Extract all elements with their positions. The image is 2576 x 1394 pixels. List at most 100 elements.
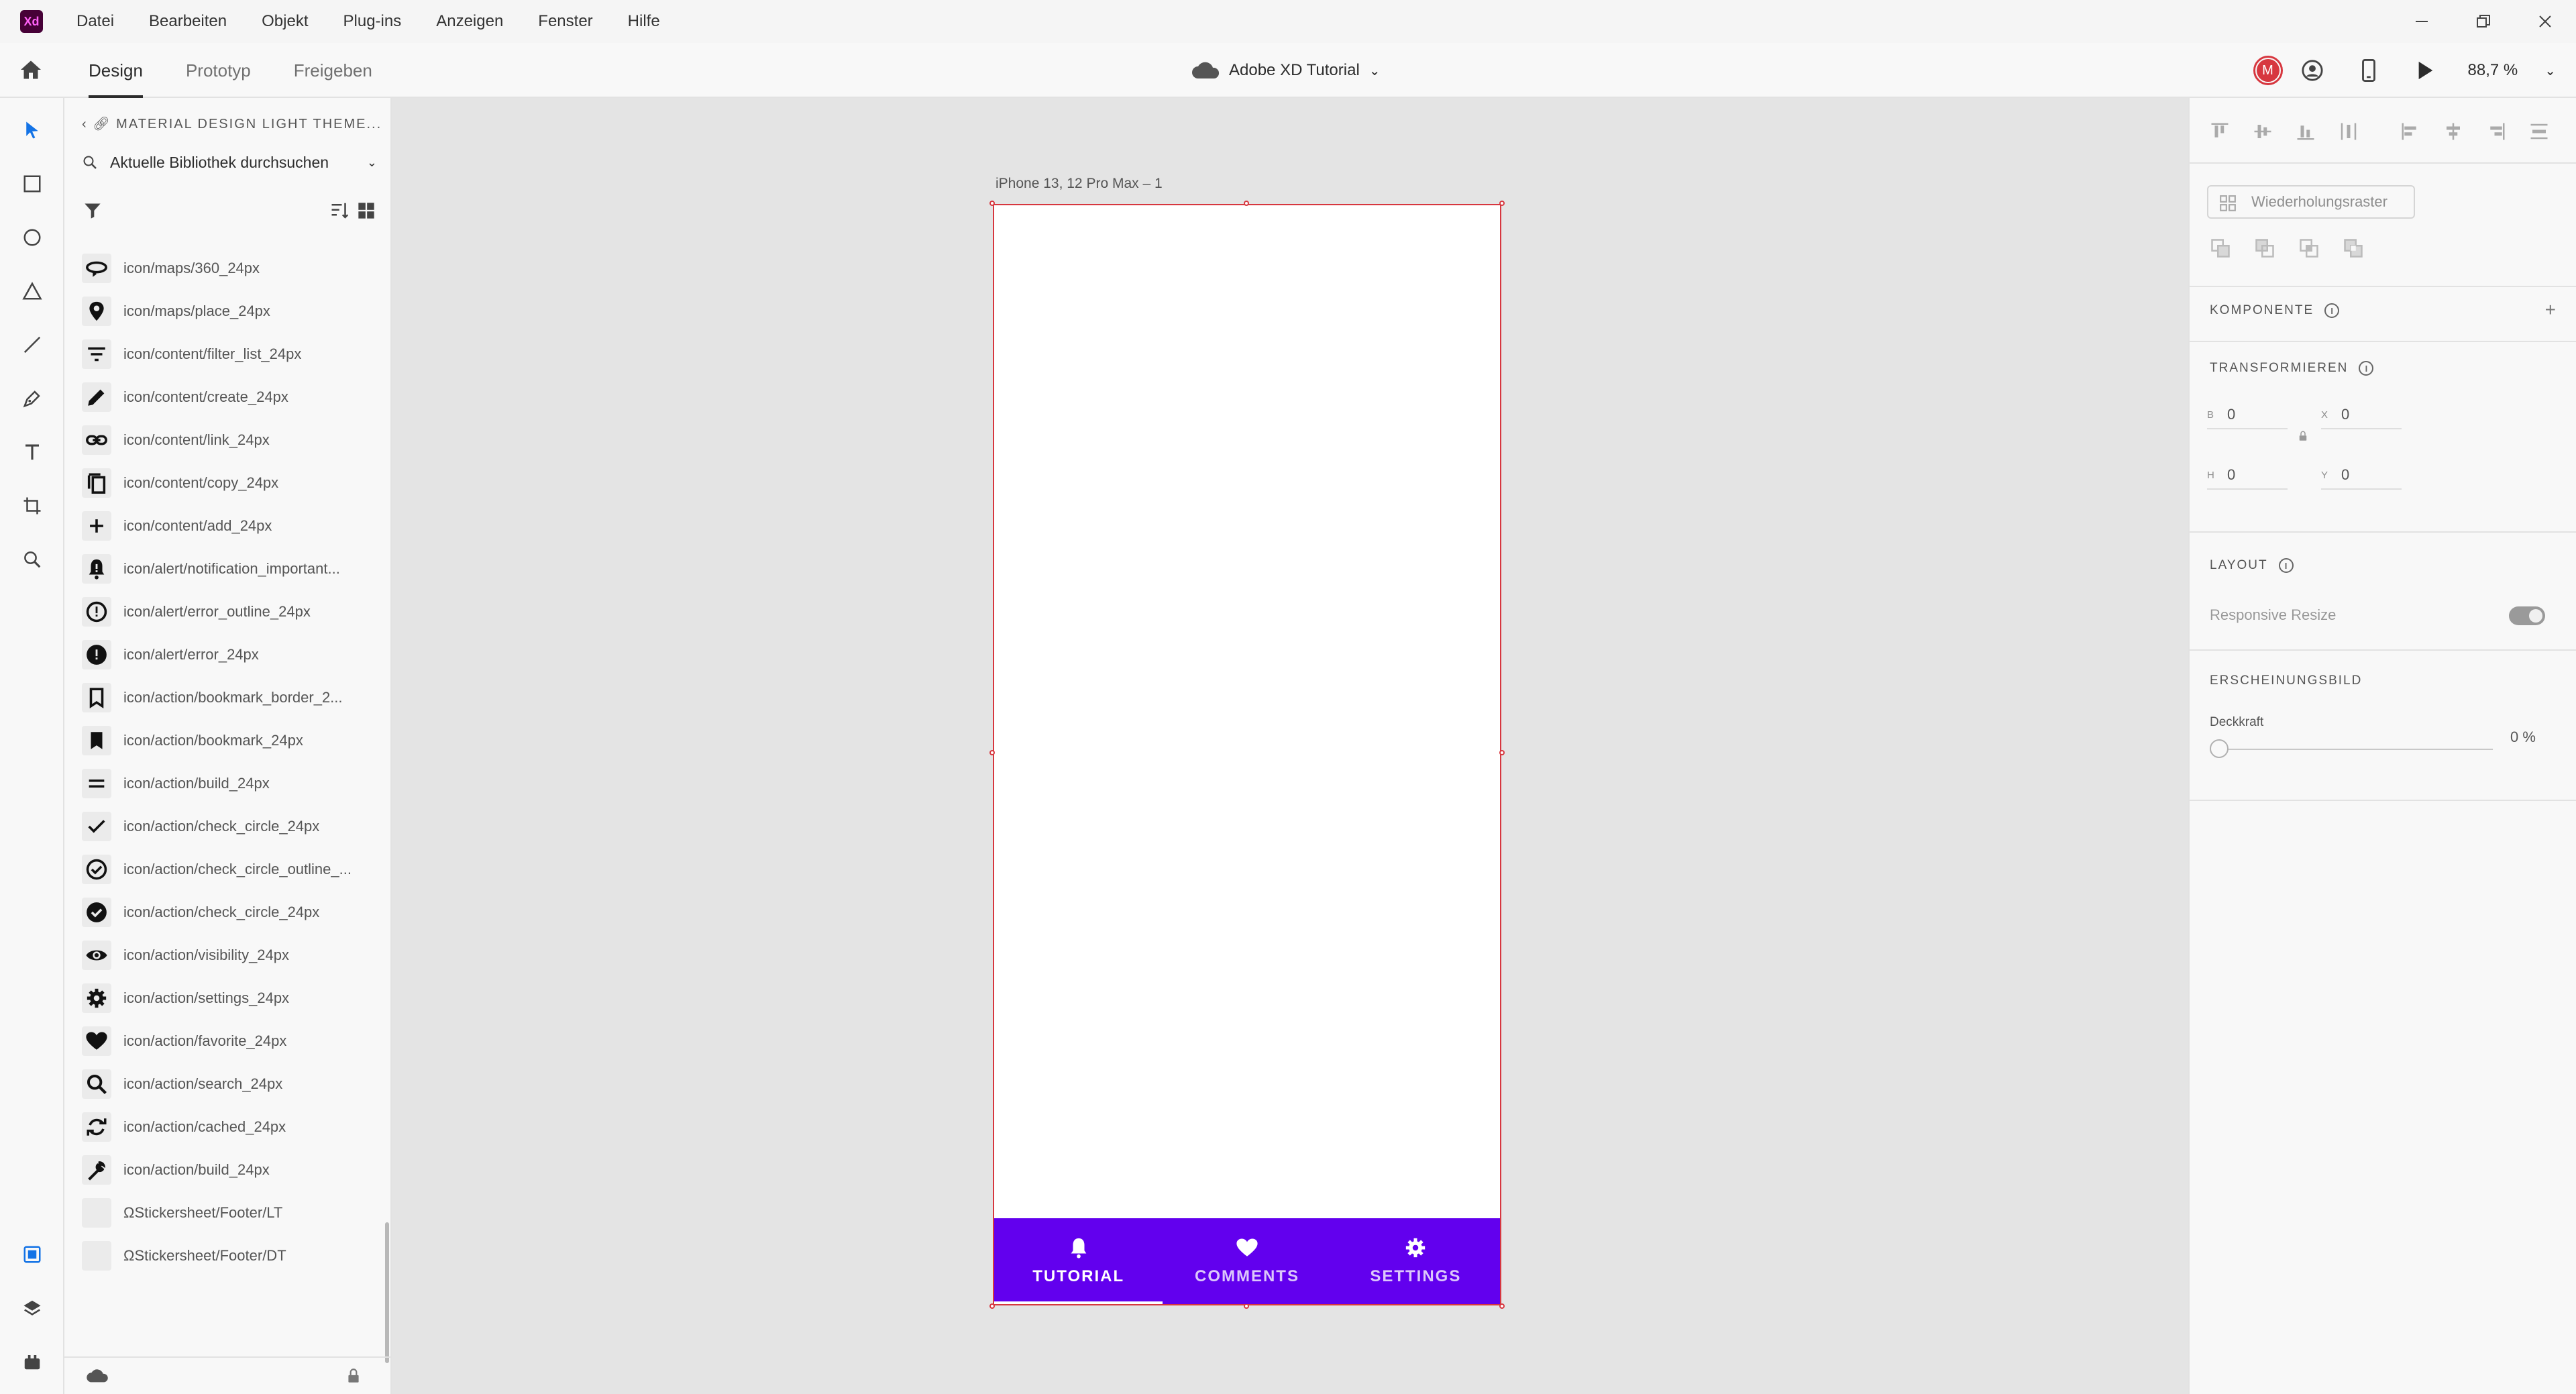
- list-item[interactable]: icon/action/favorite_24px: [82, 1020, 377, 1063]
- design-canvas[interactable]: iPhone 13, 12 Pro Max – 1 TUTORIAL COMME…: [393, 98, 2188, 1394]
- opacity-slider-knob[interactable]: [2210, 739, 2229, 758]
- list-item[interactable]: ΩStickersheet/Footer/DT: [82, 1234, 377, 1277]
- repeat-grid-button[interactable]: Wiederholungsraster: [2207, 185, 2415, 219]
- align-left-button[interactable]: [2398, 118, 2423, 145]
- menu-fenster[interactable]: Fenster: [538, 12, 592, 31]
- menu-bearbeiten[interactable]: Bearbeiten: [149, 12, 227, 31]
- list-item[interactable]: icon/action/bookmark_border_2...: [82, 676, 377, 719]
- document-title[interactable]: Adobe XD Tutorial ⌄: [1191, 43, 1381, 98]
- list-item[interactable]: icon/action/build_24px: [82, 762, 377, 805]
- list-item[interactable]: icon/content/create_24px: [82, 376, 377, 419]
- list-item[interactable]: icon/action/search_24px: [82, 1063, 377, 1106]
- info-icon[interactable]: i: [2324, 303, 2340, 318]
- back-chevron-icon[interactable]: ‹: [82, 117, 93, 131]
- resize-handle[interactable]: [1499, 750, 1505, 755]
- nav-item-comments[interactable]: COMMENTS: [1163, 1218, 1331, 1304]
- ellipse-tool[interactable]: [19, 224, 46, 251]
- zoom-level[interactable]: 88,7 %: [2468, 61, 2518, 80]
- list-item[interactable]: icon/maps/place_24px: [82, 290, 377, 333]
- boolean-add-button[interactable]: [2207, 235, 2234, 262]
- width-field[interactable]: B0: [2207, 401, 2288, 429]
- distribute-horizontal-button[interactable]: [2526, 118, 2552, 145]
- share-user-button[interactable]: [2299, 57, 2326, 84]
- y-field[interactable]: Y0: [2321, 462, 2402, 490]
- select-tool[interactable]: [19, 117, 46, 144]
- resize-handle[interactable]: [989, 1303, 995, 1309]
- list-item[interactable]: icon/content/copy_24px: [82, 462, 377, 504]
- resize-handle[interactable]: [1499, 1303, 1505, 1309]
- align-center-button[interactable]: [2440, 118, 2466, 145]
- avatar[interactable]: M: [2253, 56, 2283, 85]
- align-top-button[interactable]: [2207, 118, 2233, 145]
- plugins-panel-button[interactable]: [19, 1348, 46, 1375]
- close-button[interactable]: [2514, 0, 2576, 43]
- tab-freigeben[interactable]: Freigeben: [294, 43, 372, 98]
- assets-panel-button[interactable]: [19, 1241, 46, 1268]
- tab-design[interactable]: Design: [89, 43, 143, 98]
- text-tool[interactable]: [19, 439, 46, 466]
- resize-handle[interactable]: [989, 750, 995, 755]
- list-item[interactable]: icon/content/add_24px: [82, 504, 377, 547]
- info-icon[interactable]: i: [2359, 361, 2374, 376]
- tab-prototyp[interactable]: Prototyp: [186, 43, 251, 98]
- list-item[interactable]: ΩStickersheet/Footer/LT: [82, 1191, 377, 1234]
- list-item[interactable]: icon/alert/error_24px: [82, 633, 377, 676]
- menu-datei[interactable]: Datei: [76, 12, 114, 31]
- chevron-down-icon[interactable]: ⌄: [2544, 62, 2556, 79]
- artboard-tool[interactable]: [19, 492, 46, 519]
- chevron-down-icon[interactable]: ⌄: [367, 156, 377, 170]
- resize-handle[interactable]: [1244, 1303, 1249, 1309]
- pen-tool[interactable]: [19, 385, 46, 412]
- boolean-subtract-button[interactable]: [2251, 235, 2278, 262]
- library-title[interactable]: ‹ 🔗︎ MATERIAL DESIGN LIGHT THEME...: [82, 115, 382, 132]
- list-item[interactable]: icon/alert/notification_important...: [82, 547, 377, 590]
- restore-button[interactable]: [2453, 0, 2514, 43]
- cloud-icon[interactable]: [86, 1369, 109, 1383]
- layers-panel-button[interactable]: [19, 1295, 46, 1322]
- home-icon[interactable]: [19, 58, 43, 82]
- artboard[interactable]: TUTORIAL COMMENTS SETTINGS: [989, 201, 1505, 1309]
- sort-icon[interactable]: [330, 201, 350, 221]
- list-item[interactable]: icon/action/visibility_24px: [82, 934, 377, 977]
- menu-anzeigen[interactable]: Anzeigen: [436, 12, 503, 31]
- list-item[interactable]: icon/action/check_circle_outline_...: [82, 848, 377, 891]
- lock-icon[interactable]: [2297, 429, 2309, 443]
- menu-plugins[interactable]: Plug-ins: [343, 12, 402, 31]
- info-icon[interactable]: i: [2278, 558, 2294, 573]
- nav-item-settings[interactable]: SETTINGS: [1332, 1218, 1500, 1304]
- minimize-button[interactable]: [2391, 0, 2453, 43]
- resize-handle[interactable]: [989, 201, 995, 206]
- artboard-label[interactable]: iPhone 13, 12 Pro Max – 1: [996, 176, 1163, 192]
- list-item[interactable]: icon/action/check_circle_24px: [82, 805, 377, 848]
- resize-handle[interactable]: [1244, 201, 1249, 206]
- list-item[interactable]: icon/action/cached_24px: [82, 1106, 377, 1148]
- list-item[interactable]: icon/content/link_24px: [82, 419, 377, 462]
- list-item[interactable]: icon/action/bookmark_24px: [82, 719, 377, 762]
- list-item[interactable]: icon/alert/error_outline_24px: [82, 590, 377, 633]
- align-right-button[interactable]: [2483, 118, 2509, 145]
- menu-hilfe[interactable]: Hilfe: [628, 12, 660, 31]
- rectangle-tool[interactable]: [19, 170, 46, 197]
- device-preview-button[interactable]: [2355, 57, 2382, 84]
- grid-view-icon[interactable]: [357, 201, 376, 220]
- opacity-value[interactable]: 0 %: [2510, 729, 2536, 746]
- bottom-navigation-bar[interactable]: TUTORIAL COMMENTS SETTINGS: [994, 1218, 1500, 1304]
- distribute-vertical-button[interactable]: [2336, 118, 2361, 145]
- list-item[interactable]: icon/action/build_24px: [82, 1148, 377, 1191]
- line-tool[interactable]: [19, 331, 46, 358]
- zoom-tool[interactable]: [19, 546, 46, 573]
- boolean-exclude-button[interactable]: [2340, 235, 2367, 262]
- list-item[interactable]: icon/action/check_circle_24px: [82, 891, 377, 934]
- lock-icon[interactable]: [345, 1367, 362, 1385]
- responsive-resize-toggle[interactable]: [2509, 606, 2545, 625]
- align-bottom-button[interactable]: [2293, 118, 2318, 145]
- add-component-button[interactable]: +: [2545, 299, 2556, 321]
- list-item[interactable]: icon/content/filter_list_24px: [82, 333, 377, 376]
- height-field[interactable]: H0: [2207, 462, 2288, 490]
- opacity-slider-track[interactable]: [2227, 749, 2493, 750]
- menu-objekt[interactable]: Objekt: [262, 12, 308, 31]
- x-field[interactable]: X0: [2321, 401, 2402, 429]
- play-preview-button[interactable]: [2412, 57, 2438, 84]
- boolean-intersect-button[interactable]: [2296, 235, 2322, 262]
- nav-item-tutorial[interactable]: TUTORIAL: [994, 1218, 1163, 1304]
